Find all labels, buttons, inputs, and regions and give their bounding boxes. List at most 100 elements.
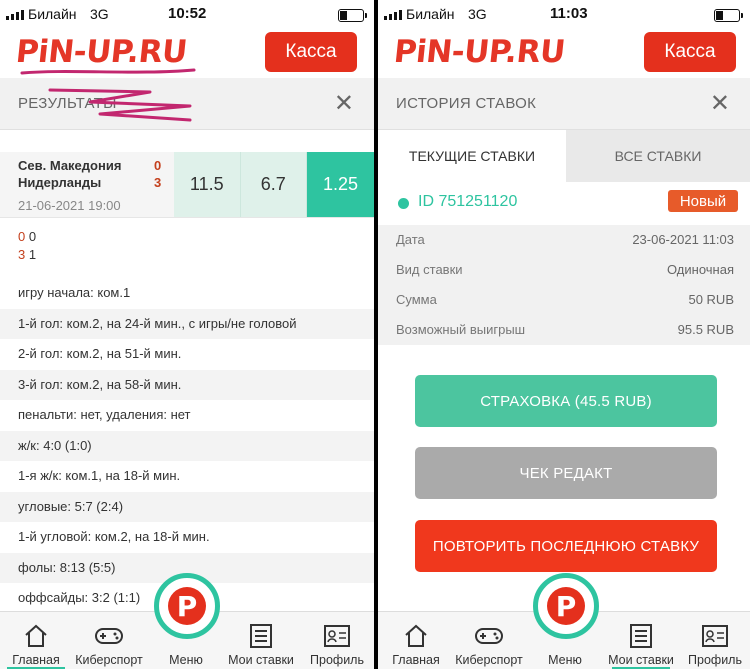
nav-my-bets[interactable]: Мои ставки (226, 621, 296, 667)
nav-label: Меню (548, 653, 582, 667)
nav-esports[interactable]: Киберспорт (454, 621, 524, 667)
status-bar: Билайн 3G 11:03 (378, 0, 750, 30)
title-bar: РЕЗУЛЬТАТЫ ✕ (0, 78, 374, 130)
nav-profile[interactable]: Профиль (302, 621, 372, 667)
list-item: пенальти: нет, удаления: нет (18, 407, 191, 422)
status-time: 11:03 (550, 5, 588, 22)
detail-row: Дата 23-06-2021 11:03 (378, 225, 750, 255)
results-list: игру начала: ком.1 1-й гол: ком.2, на 24… (0, 278, 374, 614)
list-item: 1-й угловой: ком.2, на 18-й мин. (18, 529, 210, 544)
cashier-button[interactable]: Касса (644, 32, 736, 72)
pinup-center-button[interactable]: P (533, 573, 599, 639)
battery-icon (338, 9, 367, 22)
detail-value: Одиночная (666, 262, 734, 277)
ticket-icon (226, 621, 296, 651)
check-edit-button[interactable]: ЧЕК РЕДАКТ (415, 447, 717, 499)
detail-row: Сумма 50 RUB (378, 285, 750, 315)
network-label: 3G (468, 6, 487, 22)
pinup-logo[interactable]: PiN-UP.RU (392, 34, 566, 70)
nav-label: Киберспорт (75, 653, 143, 667)
detail-label: Вид ставки (396, 262, 463, 277)
nav-label: Профиль (310, 653, 364, 667)
battery-icon (714, 9, 743, 22)
odd-draw[interactable]: 6.7 (239, 152, 307, 217)
odd-home-win[interactable]: 11.5 (174, 152, 240, 217)
nav-label: Киберспорт (455, 653, 523, 667)
score-home: 0 (154, 158, 162, 173)
header: PiN-UP.RU Касса (378, 30, 750, 78)
period-score-home: 0 (18, 229, 26, 244)
list-item: ж/к: 4:0 (1:0) (0, 430, 374, 461)
signal-icon (384, 10, 402, 20)
nav-label: Профиль (688, 653, 742, 667)
nav-home[interactable]: Главная (381, 621, 451, 667)
period-score-away: 3 (18, 247, 26, 262)
pinup-center-button[interactable]: P (154, 573, 220, 639)
insurance-button[interactable]: СТРАХОВКА (45.5 RUB) (415, 375, 717, 427)
list-item: 3-й гол: ком.2, на 58-й мин. (0, 369, 374, 400)
signal-icon (6, 10, 24, 20)
cashier-button[interactable]: Касса (265, 32, 357, 72)
pinup-logo[interactable]: PiN-UP.RU (14, 34, 188, 70)
nav-label: Мои ставки (228, 653, 294, 667)
title-bar: ИСТОРИЯ СТАВОК ✕ (378, 78, 750, 130)
nav-label: Меню (169, 653, 203, 667)
left-screen: Билайн 3G 10:52 PiN-UP.RU Касса РЕЗУЛЬТА… (0, 0, 374, 669)
team-home: Сев. Македония (18, 158, 122, 173)
page-title: ИСТОРИЯ СТАВОК (396, 95, 537, 112)
detail-value: 50 RUB (688, 292, 734, 307)
detail-row: Вид ставки Одиночная (378, 255, 750, 285)
carrier-label: Билайн (406, 6, 455, 22)
tab-all-bets[interactable]: ВСЕ СТАВКИ (566, 130, 750, 182)
bet-id: ID 751251120 (418, 193, 518, 210)
detail-label: Возможный выигрыш (396, 322, 526, 337)
period-score-away-2: 1 (28, 247, 37, 262)
gamepad-icon (74, 621, 144, 651)
pinup-p-icon: P (547, 587, 585, 625)
list-item: игру начала: ком.1 (18, 285, 131, 300)
ticket-icon (606, 621, 676, 651)
profile-card-icon (302, 621, 372, 651)
nav-my-bets[interactable]: Мои ставки (606, 621, 676, 669)
score-away: 3 (154, 175, 162, 190)
nav-label: Мои ставки (608, 653, 674, 667)
list-item: 2-й гол: ком.2, на 51-й мин. (18, 346, 182, 361)
home-icon (1, 621, 71, 651)
detail-value: 95.5 RUB (677, 322, 734, 337)
nav-profile[interactable]: Профиль (680, 621, 750, 667)
logo-underline-scribble (20, 68, 196, 75)
detail-label: Сумма (396, 292, 437, 307)
match-row[interactable]: Сев. Македония Нидерланды 0 3 21-06-2021… (0, 152, 374, 218)
title-scribble (48, 88, 192, 122)
list-item: 1-й гол: ком.2, на 24-й мин., с игры/не … (0, 308, 374, 339)
detail-label: Дата (396, 232, 425, 247)
match-info: Сев. Македония Нидерланды 0 3 21-06-2021… (0, 152, 174, 217)
home-icon (381, 621, 451, 651)
match-date: 21-06-2021 19:00 (18, 198, 121, 213)
status-dot-icon (398, 198, 409, 209)
status-badge: Новый (668, 190, 738, 212)
team-away: Нидерланды (18, 175, 102, 190)
carrier-label: Билайн (28, 6, 77, 22)
list-item: угловые: 5:7 (2:4) (0, 491, 374, 522)
detail-row: Возможный выигрыш 95.5 RUB (378, 315, 750, 345)
status-bar: Билайн 3G 10:52 (0, 0, 374, 30)
detail-value: 23-06-2021 11:03 (632, 232, 734, 247)
close-icon[interactable]: ✕ (334, 92, 354, 116)
tab-current-bets[interactable]: ТЕКУЩИЕ СТАВКИ (378, 130, 566, 182)
gamepad-icon (454, 621, 524, 651)
repeat-last-bet-button[interactable]: ПОВТОРИТЬ ПОСЛЕДНЮЮ СТАВКУ (415, 520, 717, 572)
nav-label: Главная (392, 653, 440, 667)
nav-label: Главная (12, 653, 60, 667)
right-screen: Билайн 3G 11:03 PiN-UP.RU Касса ИСТОРИЯ … (378, 0, 750, 669)
close-icon[interactable]: ✕ (710, 92, 730, 116)
bet-header: ID 751251120 Новый (378, 190, 750, 226)
odd-away-win[interactable]: 1.25 (307, 152, 374, 217)
network-label: 3G (90, 6, 109, 22)
nav-home[interactable]: Главная (1, 621, 71, 669)
bet-details: Дата 23-06-2021 11:03 Вид ставки Одиночная… (378, 225, 750, 345)
period-score-home-2: 0 (28, 229, 37, 244)
profile-card-icon (680, 621, 750, 651)
header: PiN-UP.RU Касса (0, 30, 374, 78)
nav-esports[interactable]: Киберспорт (74, 621, 144, 667)
